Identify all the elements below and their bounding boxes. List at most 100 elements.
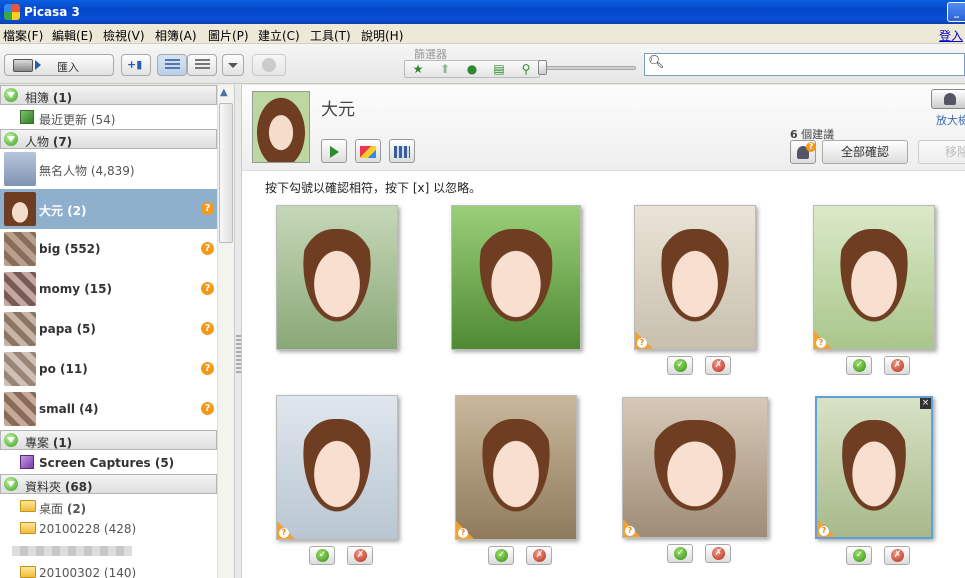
import-button[interactable]: 匯入 xyxy=(4,54,114,76)
people-item-po[interactable]: po (11) ? xyxy=(0,349,217,389)
minimize-icon[interactable]: _ xyxy=(947,2,965,22)
library-scrollbar[interactable]: ▲ xyxy=(217,85,234,578)
movie-icon[interactable]: ▤ xyxy=(488,62,510,76)
person-name: papa xyxy=(39,322,73,336)
menu-view[interactable]: 檢視(V) xyxy=(103,27,145,44)
x-icon: ✗ xyxy=(712,547,725,560)
section-projects[interactable]: 專案 (1) xyxy=(0,430,217,450)
upload-icon[interactable]: ⬆ xyxy=(434,62,456,76)
people-item-momy[interactable]: momy (15) ? xyxy=(0,269,217,309)
confirm-match-button[interactable]: ✓ xyxy=(309,546,335,565)
project-label: Screen Captures xyxy=(39,456,151,470)
suggestion-badge-icon[interactable]: ? xyxy=(201,402,214,415)
confirm-match-button[interactable]: ✓ xyxy=(846,356,872,375)
zoom-label[interactable]: 放大檢 xyxy=(936,112,965,128)
face-photo[interactable]: ? xyxy=(455,395,577,540)
reject-match-button[interactable]: ✗ xyxy=(526,546,552,565)
dropdown-button[interactable] xyxy=(222,54,244,76)
face-photo[interactable]: ? xyxy=(622,397,768,538)
folder-item-desktop[interactable]: 桌面 (2) xyxy=(0,496,217,518)
menu-picture[interactable]: 圖片(P) xyxy=(208,27,249,44)
people-item-dayuan[interactable]: 大元 (2) ? xyxy=(0,189,217,229)
people-item-big[interactable]: big (552) ? xyxy=(0,229,217,269)
suggestion-badge-icon[interactable]: ? xyxy=(201,202,214,215)
collapse-icon[interactable] xyxy=(4,433,18,447)
face-photo[interactable]: ? xyxy=(634,205,756,350)
zoom-button[interactable] xyxy=(931,89,965,109)
tree-icon xyxy=(195,59,210,71)
section-albums[interactable]: 相簿 (1) xyxy=(0,85,217,105)
people-unnamed[interactable]: 無名人物 (4,839) xyxy=(0,149,217,189)
search-box[interactable]: 🔍︎ xyxy=(644,53,965,76)
question-icon: ? xyxy=(806,142,816,152)
menu-tools[interactable]: 工具(T) xyxy=(310,27,351,44)
project-screen-captures[interactable]: Screen Captures (5) xyxy=(0,452,217,474)
album-recent[interactable]: 最近更新 (54) xyxy=(0,107,217,129)
people-sync-button[interactable] xyxy=(252,54,286,76)
section-people[interactable]: 人物 (7) xyxy=(0,129,217,149)
toolbar: 匯入 +▮ 篩選器 ★ ⬆ ● ▤ ⚲ 🔍︎ xyxy=(0,44,965,84)
menu-create[interactable]: 建立(C) xyxy=(258,27,300,44)
star-icon[interactable]: ★ xyxy=(407,62,429,76)
menu-edit[interactable]: 編輯(E) xyxy=(52,27,93,44)
confirm-all-button[interactable]: 全部確認 xyxy=(822,140,908,164)
folder-item-20100302[interactable]: 20100302 (140) xyxy=(0,562,217,578)
menu-album[interactable]: 相簿(A) xyxy=(155,27,197,44)
people-item-small[interactable]: small (4) ? xyxy=(0,389,217,429)
album-recent-label: 最近更新 xyxy=(39,113,88,127)
face-photo[interactable]: ? xyxy=(276,395,398,540)
panel-splitter[interactable] xyxy=(234,85,242,578)
filter-slider-track[interactable] xyxy=(540,66,636,70)
face-photo[interactable] xyxy=(276,205,398,350)
filter-slider-thumb[interactable] xyxy=(538,60,547,75)
reject-match-button[interactable]: ✗ xyxy=(347,546,373,565)
search-input[interactable] xyxy=(665,56,955,73)
movie-button[interactable] xyxy=(389,139,415,163)
close-icon[interactable]: × xyxy=(920,398,931,409)
confirm-match-button[interactable]: ✓ xyxy=(488,546,514,565)
people-item-papa[interactable]: papa (5) ? xyxy=(0,309,217,349)
menu-file[interactable]: 檔案(F) xyxy=(3,27,43,44)
confirm-match-button[interactable]: ✓ xyxy=(667,356,693,375)
folder-name: 20100228 xyxy=(39,522,101,536)
face-photo[interactable] xyxy=(451,205,581,350)
x-icon: ✗ xyxy=(891,549,904,562)
add-album-button[interactable]: +▮ xyxy=(121,54,151,76)
folder-item-20100228[interactable]: 20100228 (428) xyxy=(0,518,217,540)
section-folders[interactable]: 資料夾 (68) xyxy=(0,474,217,494)
reject-match-button[interactable]: ✗ xyxy=(884,356,910,375)
reject-match-button[interactable]: ✗ xyxy=(884,546,910,565)
scroll-up-icon[interactable]: ▲ xyxy=(220,87,228,98)
reject-match-button[interactable]: ✗ xyxy=(705,356,731,375)
suggestion-badge-icon[interactable]: ? xyxy=(201,362,214,375)
scrollbar-thumb[interactable] xyxy=(219,103,233,243)
menu-help[interactable]: 說明(H) xyxy=(361,27,403,44)
checkmark-icon: ✓ xyxy=(316,549,329,562)
login-link[interactable]: 登入 xyxy=(939,27,963,44)
suggestion-badge-icon[interactable]: ? xyxy=(201,322,214,335)
collapse-icon[interactable] xyxy=(4,88,18,102)
collapse-icon[interactable] xyxy=(4,132,18,146)
face-photo[interactable]: ? xyxy=(813,205,935,350)
confirm-match-button[interactable]: ✓ xyxy=(846,546,872,565)
collage-button[interactable] xyxy=(355,139,381,163)
suggestion-badge-icon[interactable]: ? xyxy=(201,242,214,255)
window-title: Picasa 3 xyxy=(24,5,80,19)
tree-view-button[interactable] xyxy=(187,54,217,76)
face-photo-selected[interactable]: ? × xyxy=(815,396,933,539)
remove-button[interactable]: 移除 xyxy=(918,140,965,164)
reject-match-button[interactable]: ✗ xyxy=(705,544,731,563)
suggestion-badge-icon[interactable]: ? xyxy=(201,282,214,295)
person-icon[interactable]: ● xyxy=(461,62,483,76)
confirm-match-button[interactable]: ✓ xyxy=(667,544,693,563)
pin-icon[interactable]: ⚲ xyxy=(515,62,537,76)
list-view-button[interactable] xyxy=(157,54,187,76)
folder-item-blurred[interactable] xyxy=(0,540,217,562)
splitter-grip-icon[interactable] xyxy=(236,335,241,375)
slideshow-button[interactable] xyxy=(321,139,347,163)
suggestions-button[interactable]: ? xyxy=(790,140,816,164)
person-cover-photo[interactable] xyxy=(252,91,310,163)
folder-name: 20100302 xyxy=(39,566,101,578)
section-folders-count: (68) xyxy=(64,480,93,494)
collapse-icon[interactable] xyxy=(4,477,18,491)
